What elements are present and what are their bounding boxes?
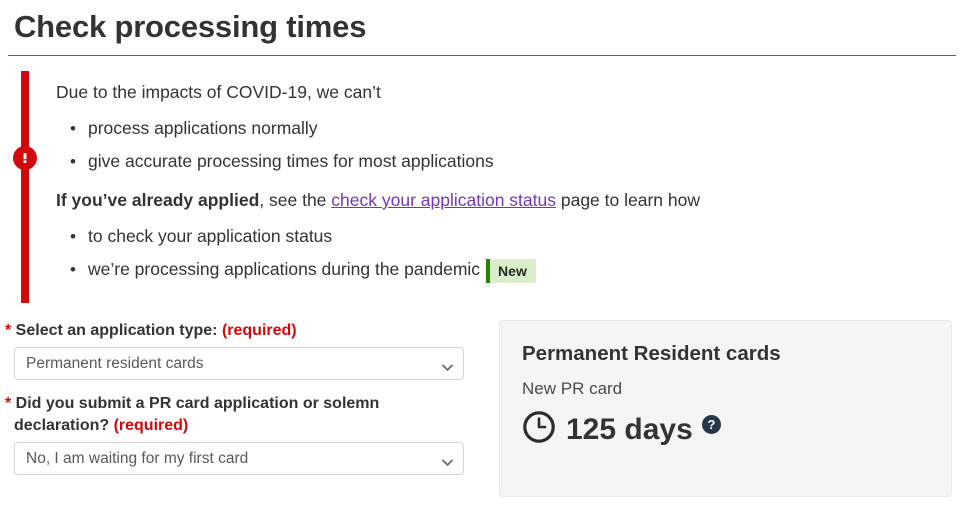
exclamation-circle-icon [13, 146, 37, 170]
result-title: Permanent Resident cards [522, 342, 781, 365]
list-item: give accurate processing times for most … [70, 145, 964, 178]
required-text: (required) [221, 322, 297, 339]
result-subtitle: New PR card [522, 379, 623, 398]
alert-reasons-list: process applications normally give accur… [56, 112, 964, 178]
svg-text:?: ? [707, 417, 715, 432]
pr-card-submitted-select[interactable]: No, I am waiting for my first card [14, 442, 464, 475]
application-type-label-text: Select an application type: [11, 322, 222, 339]
new-badge: New [486, 259, 536, 283]
processing-time-result-panel: Permanent Resident cards New PR card 125… [499, 320, 952, 497]
pr-card-submitted-label-text: Did you submit a PR card application or … [11, 395, 380, 434]
page-title: Check processing times [14, 9, 367, 44]
applied-strong-text: If you’ve already applied [56, 190, 260, 210]
applied-tail-text: page to learn how [556, 190, 700, 210]
pr-card-submitted-select-wrap: No, I am waiting for my first card [14, 442, 464, 475]
check-application-status-link[interactable]: check your application status [331, 190, 556, 210]
title-divider [8, 55, 956, 56]
list-item: to check your application status [70, 220, 964, 253]
processing-time-form: * Select an application type: (required)… [0, 320, 480, 480]
alert-howto-list: to check your application status we’re p… [56, 220, 964, 286]
application-type-select-wrap: Permanent resident cards [14, 347, 464, 380]
alert-accent-bar [21, 71, 29, 303]
covid-alert: Due to the impacts of COVID-19, we can’t… [0, 68, 964, 316]
applied-mid-text: , see the [259, 190, 332, 210]
result-time-row: 125 days ? [522, 410, 929, 449]
help-circle-icon[interactable]: ? [701, 415, 721, 439]
required-text: (required) [113, 417, 189, 434]
form-and-result-region: * Select an application type: (required)… [0, 320, 964, 520]
alert-lead-text: Due to the impacts of COVID-19, we can’t [56, 82, 381, 102]
application-type-field: * Select an application type: (required)… [0, 320, 480, 380]
application-type-label: * Select an application type: (required) [0, 320, 414, 347]
processing-time-value: 125 days [566, 412, 693, 446]
list-item: we’re processing applications during the… [70, 253, 964, 286]
list-item: process applications normally [70, 112, 964, 145]
application-type-select[interactable]: Permanent resident cards [14, 347, 464, 380]
list-item-label: we’re processing applications during the… [88, 259, 481, 279]
alert-applied-paragraph: If you’ve already applied, see the check… [56, 186, 964, 214]
clock-icon [522, 410, 556, 449]
pr-card-submitted-field: * Did you submit a PR card application o… [0, 393, 480, 475]
pr-card-submitted-label: * Did you submit a PR card application o… [0, 393, 414, 442]
